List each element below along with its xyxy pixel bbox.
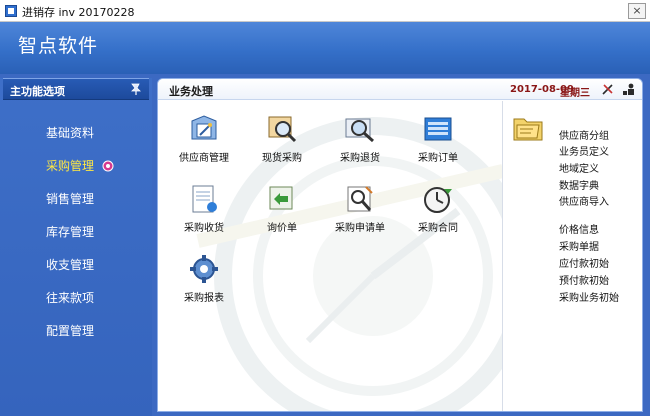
tile-label: 采购申请单 [335, 223, 385, 234]
window-titlebar: 进销存 inv 20170228 × [0, 0, 650, 22]
sidebar-item-inventory[interactable]: 库存管理 [46, 223, 94, 240]
supplier-icon [191, 115, 217, 140]
sidebar-title: 主功能选项 [10, 85, 65, 98]
purchase-receipt-icon [192, 185, 217, 213]
tile-purchase-receipt[interactable]: 采购收货 [164, 183, 244, 243]
current-weekday: 星期三 [560, 88, 590, 99]
link-payables-init[interactable]: 应付款初始 [559, 255, 609, 270]
tile-label: 采购退货 [340, 153, 380, 164]
tile-purchase-return[interactable]: 采购退货 [320, 113, 400, 173]
app-banner: 智点软件 [0, 22, 650, 74]
sidebar-item-config[interactable]: 配置管理 [46, 322, 94, 339]
sidebar-item-sales[interactable]: 销售管理 [46, 190, 94, 207]
tile-label: 采购收货 [184, 223, 224, 234]
purchase-contract-icon [424, 187, 452, 213]
spot-purchase-icon [268, 116, 297, 143]
content-panel: 业务处理 2017-08-09 星期三 供应商管理 现货采购 采购退货 采购订单… [157, 78, 643, 412]
link-salesperson-definition[interactable]: 业务员定义 [559, 143, 609, 158]
sidebar-item-label: 基础资料 [46, 126, 95, 140]
sidebar-item-basic-data[interactable]: 基础资料 [46, 124, 94, 141]
tile-spot-purchase[interactable]: 现货采购 [242, 113, 322, 173]
link-prepayment-init[interactable]: 预付款初始 [559, 272, 609, 287]
close-button[interactable]: × [628, 3, 646, 19]
purchase-order-icon [424, 117, 452, 141]
link-region-definition[interactable]: 地域定义 [559, 160, 599, 175]
tile-label: 供应商管理 [179, 153, 229, 164]
tile-purchase-order[interactable]: 采购订单 [398, 113, 478, 173]
tile-label: 采购合同 [418, 223, 458, 234]
tile-supplier-management[interactable]: 供应商管理 [164, 113, 244, 173]
link-purchase-documents[interactable]: 采购单据 [559, 238, 599, 253]
link-price-info[interactable]: 价格信息 [559, 221, 599, 236]
content-title: 业务处理 [169, 85, 213, 98]
link-purchase-business-init[interactable]: 采购业务初始 [559, 289, 619, 304]
tile-purchase-report[interactable]: 采购报表 [164, 253, 244, 313]
content-header: 业务处理 2017-08-09 星期三 [158, 79, 642, 100]
tile-purchase-contract[interactable]: 采购合同 [398, 183, 478, 243]
sidebar-item-label: 销售管理 [46, 192, 95, 206]
link-supplier-group[interactable]: 供应商分组 [559, 127, 609, 142]
link-data-dictionary[interactable]: 数据字典 [559, 177, 599, 192]
purchase-report-icon [190, 255, 218, 283]
sidebar-item-income-expense[interactable]: 收支管理 [46, 256, 94, 273]
sidebar-item-label: 配置管理 [46, 324, 95, 338]
tools-icon[interactable] [601, 82, 615, 96]
sidebar-item-label: 收支管理 [46, 258, 95, 272]
sidebar-item-label: 往来款项 [46, 291, 95, 305]
user-icon[interactable] [622, 82, 636, 96]
gear-icon [102, 160, 114, 172]
tile-purchase-request[interactable]: 采购申请单 [320, 183, 400, 243]
purchase-request-icon [347, 186, 373, 212]
inquiry-icon [269, 186, 293, 210]
purchase-return-icon [345, 118, 374, 143]
sidebar-header: 主功能选项 [3, 78, 149, 100]
pin-icon[interactable] [129, 82, 143, 96]
sidebar-item-label: 采购管理 [46, 159, 95, 173]
sidebar-item-label: 库存管理 [46, 225, 95, 239]
tile-inquiry[interactable]: 询价单 [242, 183, 322, 243]
tile-label: 询价单 [267, 223, 297, 234]
sidebar-item-purchase[interactable]: 采购管理 [46, 157, 114, 174]
tile-label: 采购订单 [418, 153, 458, 164]
right-link-panel: 供应商分组 业务员定义 地域定义 数据字典 供应商导入 价格信息 采购单据 应付… [503, 101, 642, 411]
link-supplier-import[interactable]: 供应商导入 [559, 193, 609, 208]
brand-name: 智点软件 [18, 35, 99, 57]
sidebar: 主功能选项 基础资料 采购管理 销售管理 库存管理 收支管理 往来款项 配置管理 [0, 78, 152, 416]
folder-icon [513, 118, 543, 141]
sidebar-item-accounts[interactable]: 往来款项 [46, 289, 94, 306]
window-title: 进销存 inv 20170228 [22, 6, 135, 19]
tile-label: 现货采购 [262, 153, 302, 164]
app-icon [5, 5, 17, 17]
tile-label: 采购报表 [184, 293, 224, 304]
